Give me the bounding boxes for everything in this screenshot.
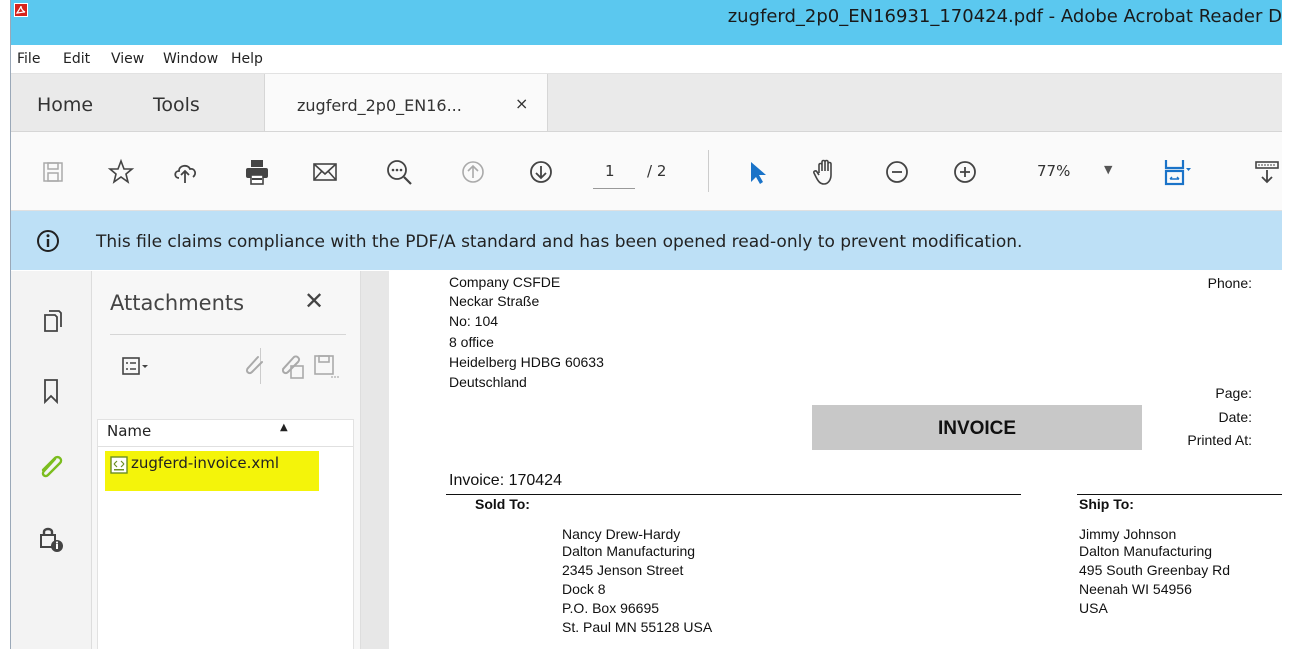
info-icon [36,229,60,253]
sold-to-line-6: St. Paul MN 55128 USA [562,619,713,635]
menu-window[interactable]: Window [163,51,218,67]
pdf-page: Company CSFDE Neckar Straße No: 104 8 of… [389,271,1282,649]
seller-line-1: Company CSFDE [449,274,561,290]
open-attachment-icon[interactable] [240,351,270,381]
acrobat-app-icon[interactable] [14,3,28,17]
page-number-underline [593,188,635,189]
more-tools-icon[interactable] [1251,156,1282,188]
attachment-row[interactable]: zugferd-invoice.xml [105,451,319,491]
close-panel-button[interactable]: ✕ [304,287,324,315]
sold-to-line-5: P.O. Box 96695 [562,600,660,616]
sold-to-line-4: Dock 8 [562,581,606,597]
sold-to-rule [446,494,1021,495]
close-tab-button[interactable]: × [515,94,528,113]
fit-page-icon[interactable] [1161,156,1193,188]
name-column-header[interactable]: Name [107,422,151,440]
menu-help[interactable]: Help [231,51,263,67]
select-pointer-icon[interactable] [741,156,773,188]
info-message: This file claims compliance with the PDF… [96,232,1023,252]
attachments-panel: Attachments ✕ Name ▲ zugferd-invoice.xml [92,271,361,649]
options-menu-icon[interactable] [120,351,150,381]
print-icon[interactable] [241,156,273,188]
ship-to-line-4: Neenah WI 54956 [1079,581,1192,597]
hand-tool-icon[interactable] [809,156,841,188]
seller-line-3: No: 104 [449,313,499,329]
xml-file-icon [109,455,129,475]
ship-to-line-2: Dalton Manufacturing [1079,543,1213,559]
date-label: Date: [1218,409,1252,425]
seller-line-5: Heidelberg HDBG 60633 [449,354,604,370]
sort-ascending-icon[interactable]: ▲ [280,422,288,433]
sold-to-line-3: 2345 Jenson Street [562,562,684,578]
cloud-upload-icon[interactable] [169,156,201,188]
main-toolbar: 1 / 2 77% ▼ [11,132,1282,211]
ship-to-label: Ship To: [1079,496,1134,512]
attachments-list: Name ▲ zugferd-invoice.xml [97,419,354,649]
page-thumbnails-icon[interactable] [35,305,67,337]
printed-at-label: Printed At: [1187,432,1252,448]
window-title: zugferd_2p0_EN16931_170424.pdf - Adobe A… [727,6,1282,27]
invoice-title-box: INVOICE [812,405,1142,450]
seller-line-6: Deutschland [449,374,527,390]
sold-to-line-2: Dalton Manufacturing [562,543,696,559]
zoom-out-icon[interactable] [881,156,913,188]
mail-icon[interactable] [309,156,341,188]
title-bar: zugferd_2p0_EN16931_170424.pdf - Adobe A… [11,0,1282,45]
zoom-in-icon[interactable] [949,156,981,188]
phone-label: Phone: [1207,275,1252,291]
zoom-level-select[interactable]: 77% [1037,162,1070,180]
invoice-title: INVOICE [937,418,1017,439]
save-icon[interactable] [37,156,69,188]
tab-bar: Home Tools zugferd_2p0_EN16... × [11,74,1282,132]
toolbar-divider [708,150,709,192]
header-divider [98,446,353,447]
search-zoom-icon[interactable] [383,156,415,188]
tab-home[interactable]: Home [37,94,93,116]
attachments-panel-title: Attachments [110,291,245,315]
document-tab-label: zugferd_2p0_EN16... [297,96,462,115]
sold-to-label: Sold To: [475,496,530,512]
ship-to-line-3: 495 South Greenbay Rd [1079,562,1230,578]
menu-edit[interactable]: Edit [63,51,90,67]
save-attachment-icon[interactable] [310,351,340,381]
document-viewport[interactable]: Company CSFDE Neckar Straße No: 104 8 of… [361,271,1282,649]
panel-divider [110,334,346,335]
page-label: Page: [1215,385,1252,401]
tab-tools[interactable]: Tools [153,94,200,116]
page-down-icon[interactable] [525,156,557,188]
security-lock-info-icon[interactable] [35,523,67,555]
menu-file[interactable]: File [17,51,40,67]
navigation-rail [11,271,92,649]
page-number-input[interactable]: 1 [605,162,615,180]
seller-line-2: Neckar Straße [449,293,540,309]
ship-to-line-5: USA [1079,600,1108,616]
bookmarks-icon[interactable] [35,375,67,407]
tab-document[interactable]: zugferd_2p0_EN16... × [264,74,548,131]
menu-view[interactable]: View [111,51,144,67]
acrobat-window: zugferd_2p0_EN16931_170424.pdf - Adobe A… [10,0,1282,649]
bookmark-star-icon[interactable] [105,156,137,188]
invoice-number: Invoice: 170424 [449,472,562,489]
page-up-icon[interactable] [457,156,489,188]
zoom-dropdown-icon[interactable]: ▼ [1104,163,1112,176]
seller-line-4: 8 office [449,334,494,350]
attachments-paperclip-icon[interactable] [35,451,67,483]
add-attachment-icon[interactable] [276,351,306,381]
attachment-file-name: zugferd-invoice.xml [131,454,280,472]
menu-bar: File Edit View Window Help [11,45,1282,74]
pdfa-info-bar: This file claims compliance with the PDF… [11,211,1282,270]
page-total: / 2 [647,162,667,180]
